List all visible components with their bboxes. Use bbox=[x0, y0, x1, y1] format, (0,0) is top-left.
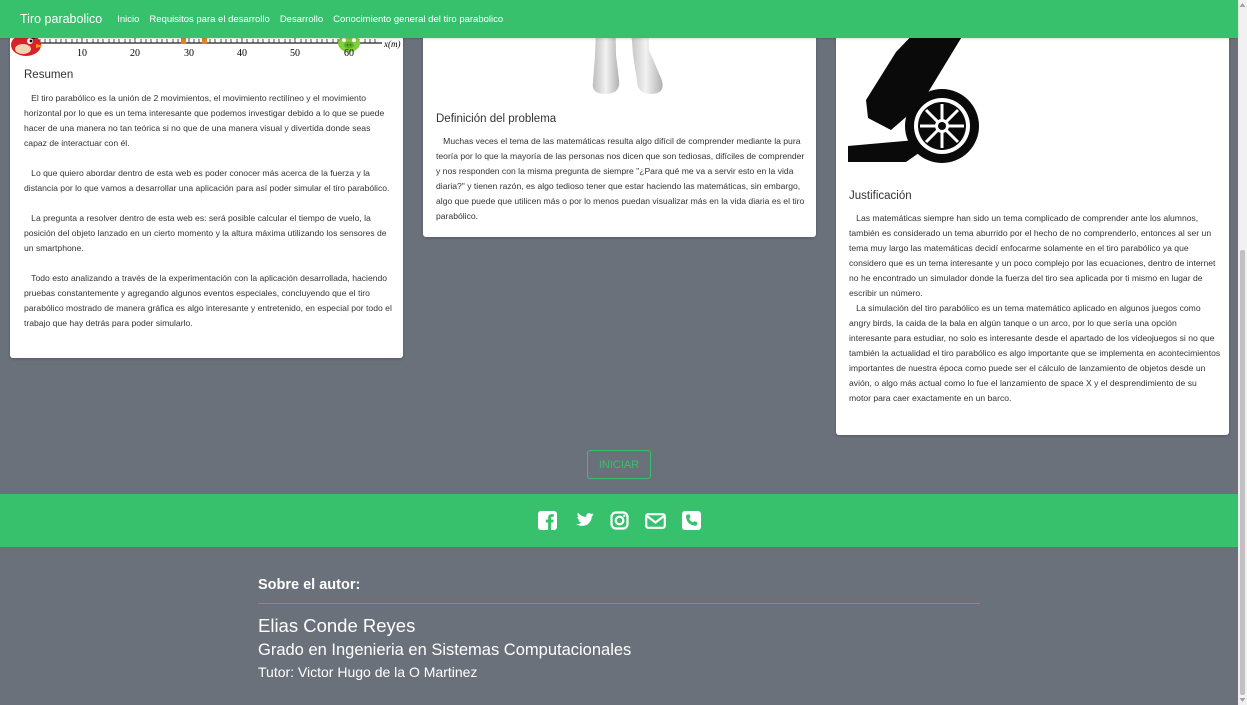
nav-link-desarrollo[interactable]: Desarrollo bbox=[280, 14, 323, 25]
social-bar bbox=[0, 494, 1238, 547]
definicion-title: Definición del problema bbox=[436, 113, 557, 125]
resumen-paragraph: Todo esto analizando a través de la expe… bbox=[24, 273, 395, 328]
author-name: Elias Conde Reyes bbox=[258, 615, 416, 636]
resumen-title: Resumen bbox=[24, 69, 74, 81]
justificacion-paragraph: La simulación del tiro parabólico es un … bbox=[849, 303, 1223, 403]
axis-tick-label: 30 bbox=[184, 48, 194, 59]
author-tutor: Tutor: Victor Hugo de la O Martinez bbox=[258, 664, 478, 680]
axis-label: x(m) bbox=[383, 39, 401, 49]
start-button[interactable]: INICIAR bbox=[587, 450, 651, 479]
scroll-up-icon[interactable] bbox=[1239, 2, 1246, 8]
instagram-icon[interactable] bbox=[608, 510, 630, 532]
resumen-body: El tiro parabólico es la unión de 2 movi… bbox=[24, 91, 394, 331]
resumen-paragraph: El tiro parabólico es la unión de 2 movi… bbox=[24, 93, 387, 148]
navbar-brand[interactable]: Tiro parabolico bbox=[20, 12, 102, 26]
axis-tick-label: 10 bbox=[77, 48, 87, 59]
axis-tick-label: 20 bbox=[130, 48, 140, 59]
resumen-paragraph: Lo que quiero abordar dentro de esta web… bbox=[24, 168, 390, 193]
axis-tick-label: 40 bbox=[237, 48, 247, 59]
nav-link-requisitos[interactable]: Requisitos para el desarrollo bbox=[149, 14, 269, 25]
navbar: Tiro parabolico Inicio Requisitos para e… bbox=[0, 0, 1238, 38]
card-justificacion: Justificación Las matemáticas siempre ha… bbox=[836, 0, 1229, 435]
nav-link-conocimiento[interactable]: Conocimiento general del tiro parabolico bbox=[333, 14, 503, 25]
author-degree: Grado en Ingenieria en Sistemas Computac… bbox=[258, 641, 632, 659]
scroll-down-icon[interactable] bbox=[1239, 697, 1246, 703]
nav-link-inicio[interactable]: Inicio bbox=[117, 14, 139, 25]
justificacion-title: Justificación bbox=[849, 190, 912, 202]
definicion-paragraph: Muchas veces el tema de las matemáticas … bbox=[436, 136, 807, 221]
card-resumen: 10 20 30 40 50 60 x(m) Resumen El tiro p… bbox=[10, 0, 403, 358]
envelope-icon[interactable] bbox=[644, 510, 666, 532]
axis-tick-label: 60 bbox=[344, 48, 354, 59]
resumen-paragraph: La pregunta a resolver dentro de esta we… bbox=[24, 213, 389, 253]
scrollbar-thumb[interactable] bbox=[1240, 250, 1245, 695]
phone-icon[interactable] bbox=[680, 510, 702, 532]
author-section: Sobre el autor: Elias Conde Reyes Grado … bbox=[258, 577, 980, 680]
author-heading: Sobre el autor: bbox=[258, 577, 361, 593]
divider bbox=[258, 603, 980, 604]
facebook-icon[interactable] bbox=[536, 510, 558, 532]
justificacion-body: Las matemáticas siempre han sido un tema… bbox=[849, 211, 1221, 406]
twitter-icon[interactable] bbox=[572, 510, 594, 532]
definicion-body: Muchas veces el tema de las matemáticas … bbox=[436, 134, 808, 224]
axis-tick-label: 50 bbox=[290, 48, 300, 59]
justificacion-paragraph: Las matemáticas siempre han sido un tema… bbox=[849, 213, 1218, 298]
